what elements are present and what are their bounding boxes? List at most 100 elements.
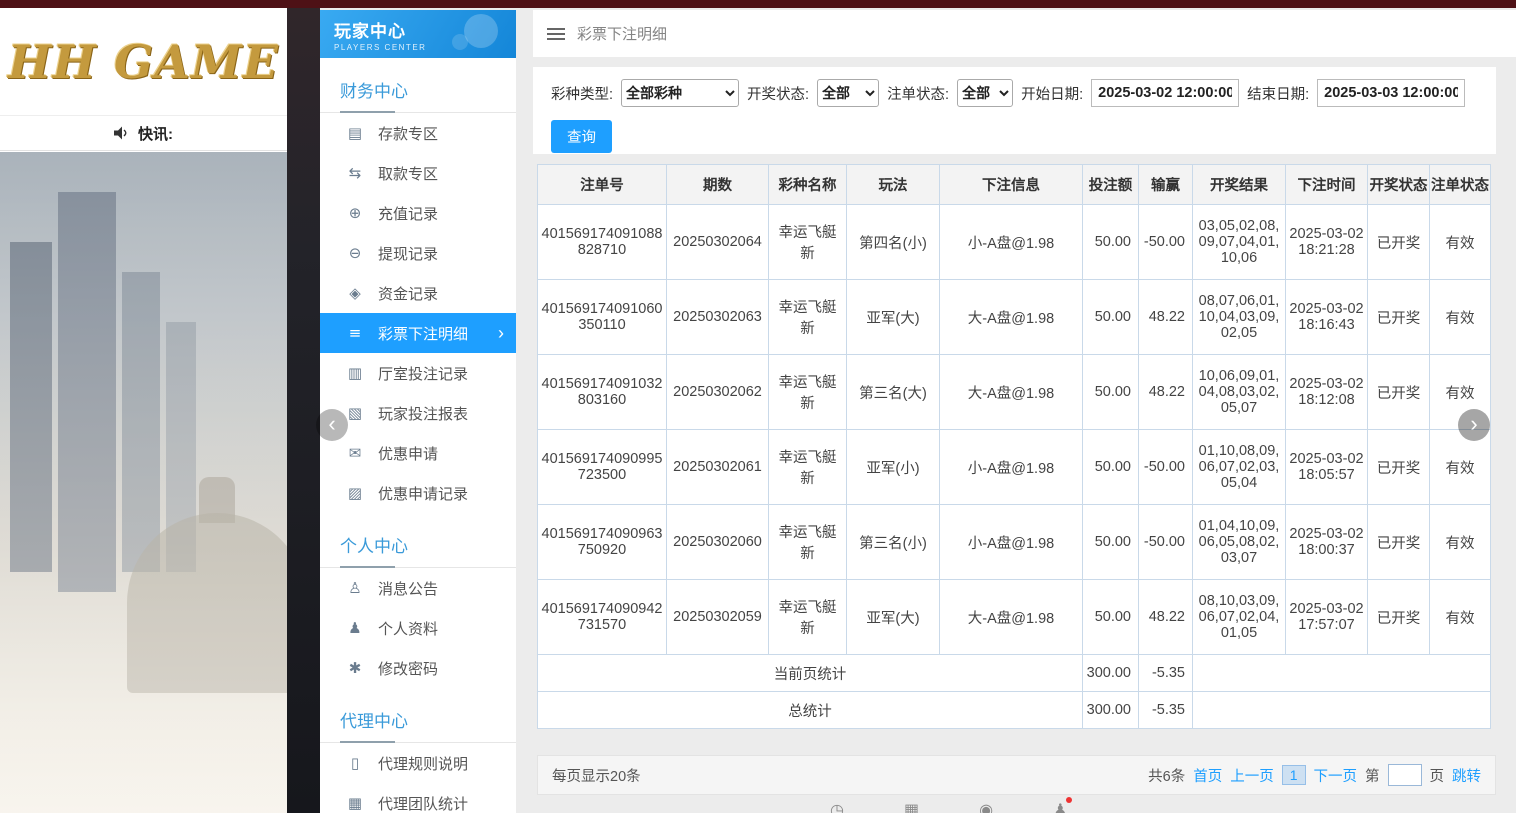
recharge-icon: ⊕ — [344, 204, 366, 222]
col-header: 注单号 — [538, 165, 667, 205]
carousel-left-arrow[interactable]: ‹ — [316, 409, 348, 441]
sidebar-item-label: 玩家投注报表 — [378, 403, 468, 424]
sidebar-item-label: 提现记录 — [378, 243, 438, 264]
main-area: 玩家中心 PLAYERS CENTER 财务中心 ▤ 存款专区 ⇆ 取款专区 ⊕… — [320, 8, 1516, 813]
message-icon: ♙ — [344, 579, 366, 597]
end-date-input[interactable] — [1317, 79, 1465, 107]
sidebar-item-change-password[interactable]: ✱ 修改密码 — [320, 648, 516, 688]
draw-status-select[interactable]: 全部 — [817, 79, 879, 107]
sidebar-item-label: 厅室投注记录 — [378, 363, 468, 384]
quick-icon-2[interactable]: ▦ — [904, 800, 919, 813]
page-jump-input[interactable] — [1388, 764, 1422, 786]
start-date-label: 开始日期: — [1021, 83, 1083, 104]
funds-icon: ◈ — [344, 284, 366, 302]
current-page[interactable]: 1 — [1282, 765, 1306, 785]
haze-overlay — [0, 152, 287, 813]
summary-bet-total: 300.00 — [1083, 655, 1139, 692]
page-suffix: 页 — [1430, 765, 1445, 786]
sidebar-section-finance: 财务中心 — [320, 64, 516, 113]
jump-link[interactable]: 跳转 — [1452, 765, 1481, 786]
sidebar-item-agent-rules[interactable]: ▯ 代理规则说明 — [320, 743, 516, 783]
lottery-type-label: 彩种类型: — [551, 83, 613, 104]
table-row: 401569174090995723500 20250302061 幸运飞艇新 … — [538, 430, 1491, 505]
col-header: 期数 — [667, 165, 769, 205]
sidebar-item-messages[interactable]: ♙ 消息公告 — [320, 568, 516, 608]
page-prefix: 第 — [1365, 765, 1380, 786]
sidebar-item-fund-records[interactable]: ◈ 资金记录 — [320, 273, 516, 313]
prev-page-link[interactable]: 上一页 — [1230, 765, 1274, 786]
table-header-row: 注单号 期数 彩种名称 玩法 下注信息 投注额 输赢 开奖结果 下注时间 开奖状… — [538, 165, 1491, 205]
pagination-controls: 共6条 首页 上一页 1 下一页 第 页 跳转 — [1148, 764, 1481, 786]
page: { "colors": { "accent": "#1E9FFF", "top_… — [0, 0, 1516, 813]
sidebar-item-recharge-records[interactable]: ⊕ 充值记录 — [320, 193, 516, 233]
sidebar-item-withdraw-zone[interactable]: ⇆ 取款专区 — [320, 153, 516, 193]
col-header: 投注额 — [1083, 165, 1139, 205]
bet-table: 注单号 期数 彩种名称 玩法 下注信息 投注额 输赢 开奖结果 下注时间 开奖状… — [537, 164, 1491, 729]
bet-status-select[interactable]: 全部 — [957, 79, 1013, 107]
menu-icon[interactable] — [547, 28, 565, 40]
lottery-type-select[interactable]: 全部彩种 — [621, 79, 739, 107]
sidebar-header: 玩家中心 PLAYERS CENTER — [320, 10, 516, 58]
search-button[interactable]: 查询 — [551, 120, 612, 153]
sidebar-item-lottery-bet-details[interactable]: ≡ 彩票下注明细 › — [320, 313, 516, 353]
pagination-bar: 每页显示20条 共6条 首页 上一页 1 下一页 第 页 跳转 — [537, 755, 1496, 795]
col-header: 开奖状态 — [1368, 165, 1430, 205]
start-date-input[interactable] — [1091, 79, 1239, 107]
bet-status-label: 注单状态: — [887, 83, 949, 104]
sidebar-section-personal: 个人中心 — [320, 519, 516, 568]
logo[interactable]: HH GAME — [0, 8, 287, 115]
quick-icon-4[interactable]: ♟ — [1053, 800, 1067, 813]
sidebar-item-label: 优惠申请 — [378, 443, 438, 464]
col-header: 开奖结果 — [1193, 165, 1286, 205]
filter-row: 彩种类型: 全部彩种 开奖状态: 全部 注单状态: 全部 开始日期: 结束日期: — [551, 79, 1478, 107]
sidebar-item-hall-bet-records[interactable]: ▥ 厅室投注记录 — [320, 353, 516, 393]
draw-status-label: 开奖状态: — [747, 83, 809, 104]
bet-details-icon: ≡ — [344, 324, 366, 342]
table-row: 401569174091088828710 20250302064 幸运飞艇新 … — [538, 205, 1491, 280]
sidebar-item-label: 存款专区 — [378, 123, 438, 144]
per-page-label: 每页显示20条 — [552, 765, 641, 786]
quick-icon-3[interactable]: ◉ — [979, 800, 993, 813]
sidebar-item-promo-apply[interactable]: ✉ 优惠申请 — [320, 433, 516, 473]
sidebar: 玩家中心 PLAYERS CENTER 财务中心 ▤ 存款专区 ⇆ 取款专区 ⊕… — [320, 10, 516, 813]
left-panel: HH GAME 快讯: — [0, 8, 287, 813]
sidebar-item-profile[interactable]: ♟ 个人资料 — [320, 608, 516, 648]
col-header: 彩种名称 — [769, 165, 847, 205]
promo-record-icon: ▨ — [344, 484, 366, 502]
col-header: 下注时间 — [1286, 165, 1368, 205]
sidebar-item-label: 取款专区 — [378, 163, 438, 184]
quick-icon-1[interactable]: ◷ — [830, 800, 844, 813]
sidebar-item-label: 代理规则说明 — [378, 753, 468, 774]
filter-panel: 彩种类型: 全部彩种 开奖状态: 全部 注单状态: 全部 开始日期: 结束日期:… — [533, 67, 1496, 154]
sidebar-item-label: 充值记录 — [378, 203, 438, 224]
total-count: 共6条 — [1148, 765, 1185, 786]
sidebar-item-label: 彩票下注明细 — [378, 323, 468, 344]
next-page-link[interactable]: 下一页 — [1314, 765, 1358, 786]
summary-label: 当前页统计 — [538, 655, 1083, 692]
sidebar-section-agent: 代理中心 — [320, 694, 516, 743]
sidebar-item-label: 优惠申请记录 — [378, 483, 468, 504]
summary-row-grand-total: 总统计 300.00 -5.35 — [538, 692, 1491, 729]
first-page-link[interactable]: 首页 — [1193, 765, 1222, 786]
sidebar-item-withdraw-records[interactable]: ⊖ 提现记录 — [320, 233, 516, 273]
sidebar-item-deposit[interactable]: ▤ 存款专区 — [320, 113, 516, 153]
chevron-right-icon: › — [498, 324, 504, 342]
withdraw-icon: ⇆ — [344, 164, 366, 182]
sidebar-item-label: 代理团队统计 — [378, 793, 468, 813]
sidebar-item-label: 个人资料 — [378, 618, 438, 639]
carousel-right-arrow[interactable]: › — [1458, 409, 1490, 441]
speaker-icon — [114, 126, 130, 140]
report-icon: ▧ — [344, 404, 366, 422]
news-label: 快讯: — [138, 123, 173, 144]
end-date-label: 结束日期: — [1247, 83, 1309, 104]
table-row: 401569174091032803160 20250302062 幸运飞艇新 … — [538, 355, 1491, 430]
sidebar-item-label: 资金记录 — [378, 283, 438, 304]
table-row: 401569174091060350110 20250302063 幸运飞艇新 … — [538, 280, 1491, 355]
sidebar-item-player-bet-report[interactable]: ▧ 玩家投注报表 — [320, 393, 516, 433]
col-header: 玩法 — [847, 165, 940, 205]
rules-doc-icon: ▯ — [344, 754, 366, 772]
page-gutter — [287, 8, 320, 813]
sidebar-item-agent-team-stats[interactable]: ▦ 代理团队统计 — [320, 783, 516, 813]
sidebar-item-promo-apply-records[interactable]: ▨ 优惠申请记录 — [320, 473, 516, 513]
team-stats-icon: ▦ — [344, 794, 366, 812]
